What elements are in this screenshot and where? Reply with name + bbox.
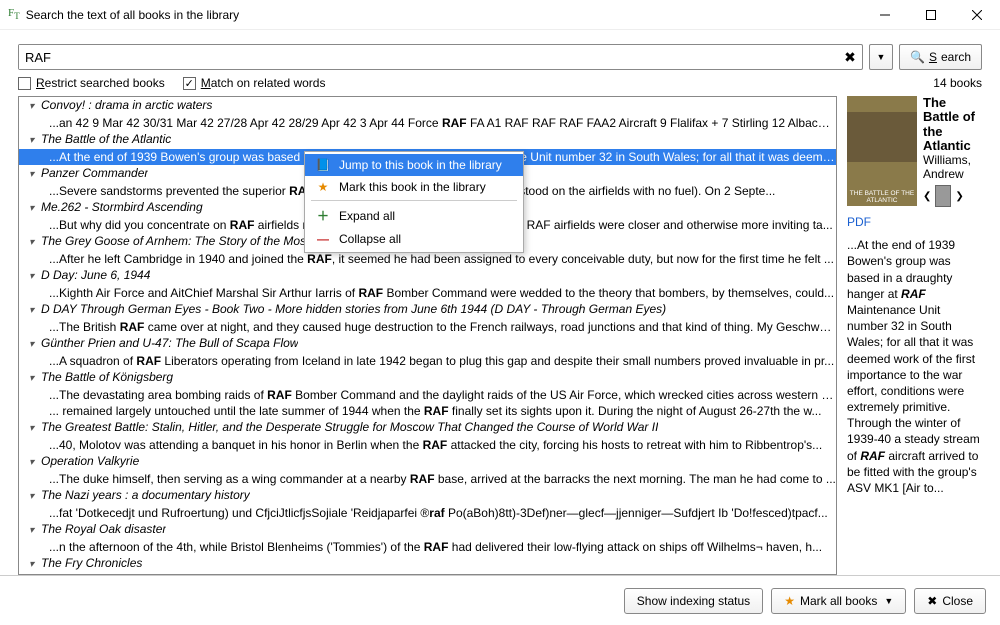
format-link-pdf[interactable]: PDF [847, 215, 982, 229]
book-node[interactable]: ▾D Day: June 6, 1944 [19, 267, 836, 285]
ctx-collapse-all[interactable]: —Collapse all [305, 228, 523, 250]
result-snippet[interactable]: ...A squadron of RAF Liberators operatin… [19, 353, 836, 369]
book-node[interactable]: ▾The Battle of the Atlantic [19, 131, 836, 149]
book-author: Williams, Andrew [923, 153, 982, 181]
result-count-label: 14 books [933, 76, 982, 90]
search-button-accel: S [929, 50, 937, 64]
book-node[interactable]: ▾The Greatest Battle: Stalin, Hitler, an… [19, 419, 836, 437]
disclosure-icon[interactable]: ▾ [29, 489, 41, 505]
window-title: Search the text of all books in the libr… [26, 8, 862, 22]
result-snippet[interactable]: ...e oratory of the mysterious and sinis… [19, 573, 836, 574]
restrict-checkbox[interactable]: Restrict searched books [18, 76, 165, 90]
result-snippet[interactable]: ...Kighth Air Force and AitChief Marshal… [19, 285, 836, 301]
context-menu: 📘Jump to this book in the library ★Mark … [304, 151, 524, 253]
book-title: The Battle of the Atlantic [923, 96, 982, 153]
star-icon: ★ [315, 180, 331, 194]
result-snippet[interactable]: ...fat 'Dotkecedjt und Rufroertung) und … [19, 505, 836, 521]
disclosure-icon[interactable]: ▾ [29, 201, 41, 217]
disclosure-icon[interactable]: ▾ [29, 133, 41, 149]
result-snippet[interactable]: ...After he left Cambridge in 1940 and j… [19, 251, 836, 267]
next-cover-icon[interactable]: ❯ [955, 191, 963, 202]
details-panel: THE BATTLE OF THE ATLANTIC The Battle of… [847, 96, 982, 575]
search-input[interactable] [19, 45, 838, 69]
prev-cover-icon[interactable]: ❮ [923, 191, 931, 202]
ctx-expand-all[interactable]: ＋Expand all [305, 203, 523, 228]
result-snippet[interactable]: ...The devastating area bombing raids of… [19, 387, 836, 403]
star-icon: ★ [784, 594, 795, 608]
mark-all-books-button[interactable]: ★Mark all books▼ [771, 588, 906, 614]
chevron-down-icon: ▼ [884, 596, 893, 606]
disclosure-icon[interactable]: ▾ [29, 269, 41, 285]
clear-search-icon[interactable]: ✖ [838, 45, 862, 69]
disclosure-icon[interactable]: ▾ [29, 557, 41, 573]
snippet-preview: ...At the end of 1939 Bowen's group was … [847, 237, 982, 496]
titlebar: FT Search the text of all books in the l… [0, 0, 1000, 30]
disclosure-icon[interactable]: ▾ [29, 455, 41, 471]
book-node[interactable]: ▾D DAY Through German Eyes - Book Two - … [19, 301, 836, 319]
plus-icon: ＋ [315, 207, 331, 224]
minimize-button[interactable] [862, 0, 908, 30]
magnifier-icon: 🔍 [910, 50, 925, 64]
minus-icon: — [315, 232, 331, 246]
disclosure-icon[interactable]: ▾ [29, 337, 41, 353]
book-node[interactable]: ▾The Royal Oak disaster [19, 521, 836, 539]
result-snippet[interactable]: ...The duke himself, then serving as a w… [19, 471, 836, 487]
close-dialog-button[interactable]: ✖Close [914, 588, 986, 614]
book-icon: 📘 [315, 158, 331, 172]
disclosure-icon[interactable]: ▾ [29, 421, 41, 437]
book-node[interactable]: ▾Günther Prien and U-47: The Bull of Sca… [19, 335, 836, 353]
separator [311, 200, 517, 201]
result-snippet[interactable]: ...The British RAF came over at night, a… [19, 319, 836, 335]
maximize-button[interactable] [908, 0, 954, 30]
disclosure-icon[interactable]: ▾ [29, 303, 41, 319]
book-node[interactable]: ▾The Fry Chronicles [19, 555, 836, 573]
ctx-jump-to-book[interactable]: 📘Jump to this book in the library [305, 154, 523, 176]
close-icon: ✖ [927, 594, 937, 608]
book-node[interactable]: ▾Convoy! : drama in arctic waters [19, 97, 836, 115]
chevron-down-icon: ▼ [877, 52, 886, 62]
disclosure-icon[interactable]: ▾ [29, 99, 41, 115]
search-history-dropdown[interactable]: ▼ [869, 44, 893, 70]
disclosure-icon[interactable]: ▾ [29, 371, 41, 387]
result-snippet[interactable]: ...40, Molotov was attending a banquet i… [19, 437, 836, 453]
result-snippet[interactable]: ...n the afternoon of the 4th, while Bri… [19, 539, 836, 555]
book-node[interactable]: ▾Operation Valkyrie [19, 453, 836, 471]
results-tree[interactable]: ▾Convoy! : drama in arctic waters...an 4… [18, 96, 837, 575]
match-related-checkbox[interactable]: ✓ Match on related words [183, 76, 326, 90]
ctx-mark-book[interactable]: ★Mark this book in the library [305, 176, 523, 198]
result-snippet[interactable]: ... remained largely untouched until the… [19, 403, 836, 419]
checkbox-icon [18, 77, 31, 90]
disclosure-icon[interactable]: ▾ [29, 167, 41, 183]
search-button[interactable]: 🔍 SSearchearch [899, 44, 982, 70]
disclosure-icon[interactable]: ▾ [29, 235, 41, 251]
indexing-status-button[interactable]: Show indexing status [624, 588, 763, 614]
disclosure-icon[interactable]: ▾ [29, 523, 41, 539]
book-node[interactable]: ▾The Nazi years : a documentary history [19, 487, 836, 505]
book-node[interactable]: ▾The Battle of Königsberg [19, 369, 836, 387]
result-snippet[interactable]: ...an 42 9 Mar 42 30/31 Mar 42 27/28 Apr… [19, 115, 836, 131]
cover-thumbnail[interactable] [935, 185, 951, 207]
checkbox-icon: ✓ [183, 77, 196, 90]
search-field-wrap: ✖ [18, 44, 863, 70]
book-cover[interactable]: THE BATTLE OF THE ATLANTIC [847, 96, 917, 206]
app-icon: FT [8, 7, 20, 21]
close-button[interactable] [954, 0, 1000, 30]
